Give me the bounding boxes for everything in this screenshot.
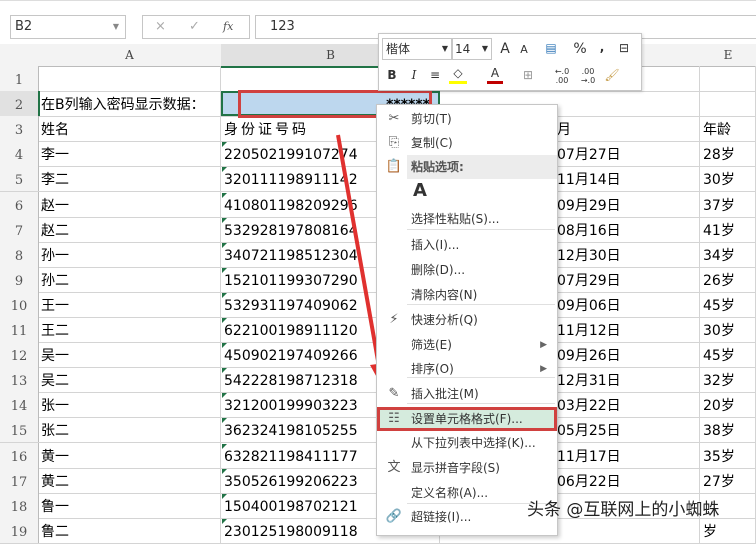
menu-item[interactable]: 从下拉列表中选择(K)... <box>377 431 557 455</box>
menu-icon: ✂ <box>388 111 400 126</box>
menu-icon: 🔗 <box>385 509 403 524</box>
menu-item-label: 删除(D)... <box>411 263 466 277</box>
menu-item-label: 定义名称(A)... <box>411 486 489 500</box>
menu-item-label: 剪切(T) <box>411 112 452 126</box>
menu-item[interactable]: 文显示拼音字段(S) <box>377 456 557 480</box>
menu-item[interactable]: 选择性粘贴(S)... <box>377 207 557 231</box>
menu-item[interactable]: 筛选(E) ▶ <box>377 333 557 357</box>
menu-item[interactable]: ✎ 插入批注(M) <box>377 382 557 406</box>
format-painter-icon[interactable]: 🖌 <box>603 65 621 85</box>
menu-item-label: 插入批注(M) <box>411 387 479 401</box>
menu-item[interactable]: 插入(I)... <box>377 233 557 257</box>
menu-item[interactable]: ⎘ 复制(C) <box>377 131 557 155</box>
shrink-font-button[interactable]: A <box>517 40 531 60</box>
submenu-arrow-icon: ▶ <box>540 364 547 374</box>
fill-color-icon[interactable]: ◇ <box>449 65 467 84</box>
menu-item-label: 从下拉列表中选择(K)... <box>411 436 536 450</box>
menu-item[interactable]: ⚡ 快速分析(Q) <box>377 308 557 332</box>
bold-button[interactable]: B <box>385 65 399 85</box>
align-center-icon[interactable]: ≡ <box>427 65 443 85</box>
menu-item-label: 复制(C) <box>411 136 453 150</box>
menu-item-label: 清除内容(N) <box>411 288 478 302</box>
menu-item-label: 快速分析(Q) <box>411 313 478 327</box>
mini-toolbar: 楷体 ▼ 14 ▼ A A ▤ % , ⊟ B I ≡ ◇ A ⊞ ←.0 .00 … <box>378 33 642 91</box>
wrap-text-icon[interactable]: ⊟ <box>615 38 633 58</box>
menu-item-label: 筛选(E) <box>411 338 452 352</box>
arrow-line <box>336 134 382 373</box>
italic-button[interactable]: I <box>407 65 421 85</box>
menu-item[interactable]: 删除(D)... <box>377 258 557 282</box>
watermark: 头条 @互联网上的小蜘蛛 <box>527 500 720 520</box>
menu-item: 📋 粘贴选项: <box>386 155 557 179</box>
menu-icon: 文 <box>387 460 401 475</box>
menu-item-label: 粘贴选项: <box>411 160 464 174</box>
increase-decimal-button[interactable]: ←.0 .00 <box>551 67 573 87</box>
grow-font-button[interactable]: A <box>497 39 513 59</box>
menu-icon: ✎ <box>388 386 400 401</box>
percent-button[interactable]: % <box>571 39 589 59</box>
font-size-select[interactable]: 14 ▼ <box>451 38 492 60</box>
accounting-format-icon[interactable]: ▤ <box>539 38 563 58</box>
menu-item-label: 排序(O) <box>411 362 454 376</box>
font-name-select[interactable]: 楷体 ▼ <box>382 38 453 60</box>
menu-item[interactable]: 排序(O) ▶ <box>377 357 557 381</box>
decrease-decimal-button[interactable]: .00 →.0 <box>577 67 599 87</box>
menu-item[interactable]: 清除内容(N) <box>377 283 557 307</box>
context-menu: ✂ 剪切(T) ⎘ 复制(C) 📋 粘贴选项: A 选择性粘贴(S)... 插入(I)... 删除… <box>376 104 558 536</box>
menu-icon: A <box>413 180 427 201</box>
menu-item-label: 显示拼音字段(S) <box>411 461 500 475</box>
menu-icon: 📋 <box>385 159 403 174</box>
font-color-button[interactable]: A <box>487 65 503 84</box>
menu-item-label: 选择性粘贴(S)... <box>411 212 500 226</box>
menu-item[interactable]: A <box>377 179 557 207</box>
menu-icon: ⎘ <box>388 135 400 150</box>
submenu-arrow-icon: ▶ <box>540 340 547 350</box>
menu-item-label: 设置单元格格式(F)... <box>411 412 523 426</box>
menu-icon: ⚡ <box>389 312 399 327</box>
borders-icon[interactable]: ⊞ <box>519 65 537 85</box>
menu-item-label: 插入(I)... <box>411 238 460 252</box>
menu-item[interactable]: ☷ 设置单元格格式(F)... <box>377 407 557 431</box>
menu-item[interactable]: ✂ 剪切(T) <box>377 107 557 131</box>
menu-icon: ☷ <box>388 411 400 426</box>
menu-item-label: 超链接(I)... <box>411 510 472 524</box>
comma-button[interactable]: , <box>595 37 609 57</box>
